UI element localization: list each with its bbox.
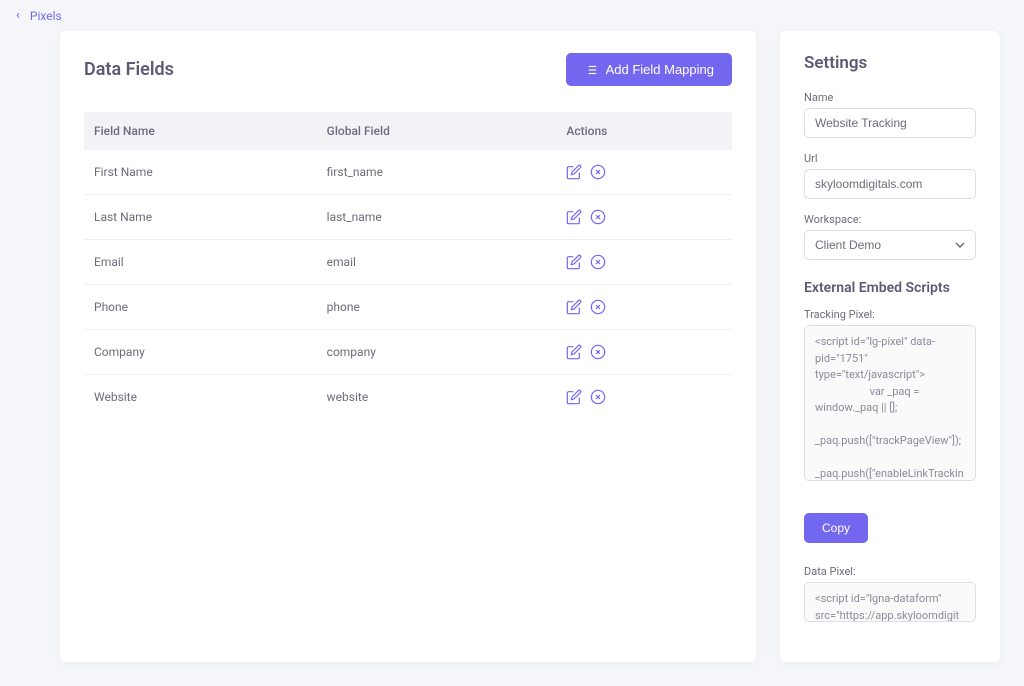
table-row: First Namefirst_name	[84, 150, 732, 195]
table-row: Last Namelast_name	[84, 195, 732, 240]
workspace-label: Workspace:	[804, 213, 976, 226]
embed-scripts-heading: External Embed Scripts	[804, 280, 976, 296]
cell-global-field: website	[317, 375, 557, 420]
list-icon	[584, 63, 598, 77]
tracking-pixel-textarea[interactable]	[804, 325, 976, 481]
cell-field-name: Website	[84, 375, 317, 420]
table-row: Companycompany	[84, 330, 732, 375]
cell-global-field: company	[317, 330, 557, 375]
col-global-field: Global Field	[317, 112, 557, 150]
cell-field-name: Phone	[84, 285, 317, 330]
delete-icon[interactable]	[590, 209, 606, 225]
url-input[interactable]	[804, 169, 976, 199]
edit-icon[interactable]	[566, 389, 582, 405]
edit-icon[interactable]	[566, 209, 582, 225]
tracking-pixel-label: Tracking Pixel:	[804, 308, 976, 321]
name-label: Name	[804, 91, 976, 104]
edit-icon[interactable]	[566, 254, 582, 270]
data-fields-card: Data Fields Add Field Mapping Field Name…	[60, 31, 756, 662]
cell-global-field: first_name	[317, 150, 557, 195]
col-actions: Actions	[556, 112, 732, 150]
cell-field-name: Last Name	[84, 195, 317, 240]
back-chevron-icon[interactable]: ‹	[16, 8, 20, 23]
add-field-mapping-label: Add Field Mapping	[606, 62, 714, 77]
cell-global-field: last_name	[317, 195, 557, 240]
delete-icon[interactable]	[590, 299, 606, 315]
cell-global-field: phone	[317, 285, 557, 330]
table-row: Emailemail	[84, 240, 732, 285]
delete-icon[interactable]	[590, 164, 606, 180]
workspace-select[interactable]: Client Demo	[804, 230, 976, 260]
data-pixel-textarea[interactable]	[804, 582, 976, 622]
settings-title: Settings	[804, 53, 976, 73]
settings-card: Settings Name Url Workspace: Client Demo…	[780, 31, 1000, 662]
cell-field-name: Company	[84, 330, 317, 375]
copy-button[interactable]: Copy	[804, 513, 868, 543]
edit-icon[interactable]	[566, 164, 582, 180]
edit-icon[interactable]	[566, 344, 582, 360]
data-pixel-label: Data Pixel:	[804, 565, 976, 578]
delete-icon[interactable]	[590, 389, 606, 405]
add-field-mapping-button[interactable]: Add Field Mapping	[566, 53, 732, 86]
data-fields-title: Data Fields	[84, 59, 174, 80]
cell-field-name: Email	[84, 240, 317, 285]
edit-icon[interactable]	[566, 299, 582, 315]
table-row: Websitewebsite	[84, 375, 732, 420]
cell-global-field: email	[317, 240, 557, 285]
table-row: Phonephone	[84, 285, 732, 330]
delete-icon[interactable]	[590, 254, 606, 270]
col-field-name: Field Name	[84, 112, 317, 150]
name-input[interactable]	[804, 108, 976, 138]
breadcrumb-pixels[interactable]: Pixels	[30, 9, 62, 23]
data-fields-table: Field Name Global Field Actions First Na…	[84, 112, 732, 419]
url-label: Url	[804, 152, 976, 165]
cell-field-name: First Name	[84, 150, 317, 195]
delete-icon[interactable]	[590, 344, 606, 360]
